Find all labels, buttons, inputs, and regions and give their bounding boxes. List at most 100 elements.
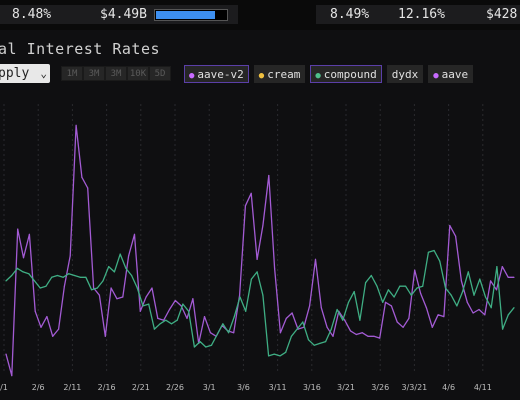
data-point-compound bbox=[262, 294, 264, 296]
data-point-aave-v2 bbox=[75, 124, 77, 126]
data-point-compound bbox=[307, 339, 310, 341]
data-point-compound bbox=[370, 274, 372, 277]
x-tick-label: 3/26 bbox=[371, 383, 389, 392]
data-point-aave-v2 bbox=[332, 335, 334, 337]
data-point-aave-v2 bbox=[34, 310, 36, 312]
data-point-aave-v2 bbox=[285, 317, 287, 319]
protocol-toggle-dydx[interactable]: dydx bbox=[386, 65, 424, 83]
data-point-compound bbox=[142, 305, 144, 307]
data-point-aave-v2 bbox=[46, 316, 48, 318]
data-point-compound bbox=[113, 271, 115, 273]
data-point-aave-v2 bbox=[40, 326, 42, 328]
range-button[interactable]: 5D bbox=[149, 66, 171, 81]
data-point-compound bbox=[233, 316, 235, 318]
data-point-aave-v2 bbox=[145, 296, 147, 298]
range-button[interactable]: 3M bbox=[83, 66, 105, 81]
data-point-aave-v2 bbox=[268, 174, 270, 177]
data-point-aave-v2 bbox=[420, 292, 422, 294]
data-point-compound bbox=[456, 305, 458, 307]
data-point-aave-v2 bbox=[367, 335, 369, 337]
data-point-aave-v2 bbox=[472, 312, 474, 314]
market-side-select[interactable]: pply ⌄ bbox=[0, 64, 50, 83]
data-point-compound bbox=[405, 285, 407, 287]
data-point-aave-v2 bbox=[484, 314, 486, 316]
data-point-aave-v2 bbox=[233, 332, 235, 334]
x-tick-label: 4/11 bbox=[474, 383, 492, 392]
series-line-compound bbox=[5, 249, 515, 357]
data-point-compound bbox=[359, 319, 361, 321]
data-point-aave-v2 bbox=[460, 280, 462, 282]
data-point-compound bbox=[22, 271, 24, 273]
data-point-compound bbox=[33, 280, 36, 282]
x-tick-label: 2/16 bbox=[98, 383, 116, 392]
series-dot-icon: ● bbox=[315, 71, 321, 81]
data-point-aave-v2 bbox=[63, 285, 65, 287]
data-point-compound bbox=[56, 274, 59, 277]
data-point-aave-v2 bbox=[192, 298, 194, 300]
stats-cell-left: 8.48% $4.49B bbox=[0, 5, 238, 24]
data-point-aave-v2 bbox=[390, 305, 392, 307]
range-button[interactable]: 10K bbox=[127, 66, 149, 81]
data-point-compound bbox=[193, 346, 195, 348]
data-point-aave-v2 bbox=[455, 235, 457, 237]
protocol-toggle-compound[interactable]: ● compound bbox=[310, 65, 382, 83]
protocol-toggle-label: cream bbox=[267, 68, 301, 81]
data-point-compound bbox=[365, 282, 367, 284]
data-point-aave-v2 bbox=[431, 326, 433, 328]
data-point-aave-v2 bbox=[291, 312, 293, 314]
data-point-aave-v2 bbox=[513, 276, 515, 278]
stat-rate-1: 8.49% bbox=[330, 7, 370, 22]
data-point-aave-v2 bbox=[128, 255, 130, 257]
protocol-toggle-cream[interactable]: ● cream bbox=[253, 65, 306, 83]
data-point-compound bbox=[125, 267, 127, 269]
series-dot-icon: ● bbox=[258, 71, 265, 81]
stats-cell-right: 8.49% 12.16% $428 bbox=[316, 5, 520, 24]
data-point-aave-v2 bbox=[490, 280, 492, 282]
data-point-compound bbox=[16, 267, 18, 269]
x-tick-label: 3/21 bbox=[337, 383, 355, 392]
data-point-aave-v2 bbox=[22, 257, 25, 259]
data-point-aave-v2 bbox=[279, 332, 281, 334]
data-point-aave-v2 bbox=[139, 310, 141, 312]
data-point-compound bbox=[507, 314, 509, 316]
data-point-compound bbox=[313, 344, 315, 346]
data-point-compound bbox=[444, 287, 447, 289]
data-point-aave-v2 bbox=[355, 333, 357, 336]
data-point-compound bbox=[285, 351, 287, 353]
protocol-toggle-aave-v2[interactable]: ● aave-v2 bbox=[184, 65, 249, 83]
data-point-aave-v2 bbox=[186, 317, 188, 319]
range-button[interactable]: 3M bbox=[105, 66, 127, 81]
data-point-compound bbox=[290, 335, 292, 337]
data-point-compound bbox=[131, 274, 133, 277]
data-point-compound bbox=[427, 251, 429, 253]
data-point-aave-v2 bbox=[396, 321, 398, 323]
data-point-compound bbox=[336, 308, 338, 311]
data-point-compound bbox=[273, 353, 275, 355]
data-point-aave-v2 bbox=[87, 187, 89, 189]
data-point-compound bbox=[296, 328, 298, 330]
data-point-compound bbox=[502, 328, 504, 330]
chevron-down-icon: ⌄ bbox=[40, 67, 47, 80]
data-point-aave-v2 bbox=[11, 375, 13, 377]
data-point-compound bbox=[496, 266, 498, 268]
protocol-toggle-aave[interactable]: ● aave bbox=[428, 65, 474, 83]
data-point-aave-v2 bbox=[239, 294, 241, 296]
series-dot-icon: ● bbox=[433, 71, 439, 81]
data-point-compound bbox=[39, 287, 41, 289]
stat-volume: $4.49B bbox=[100, 7, 147, 22]
data-point-aave-v2 bbox=[314, 258, 317, 260]
data-point-compound bbox=[11, 274, 13, 277]
chart-title: al Interest Rates bbox=[0, 40, 161, 58]
data-point-compound bbox=[119, 253, 121, 255]
data-point-aave-v2 bbox=[104, 335, 106, 337]
data-point-aave-v2 bbox=[58, 328, 60, 330]
data-point-compound bbox=[182, 303, 184, 305]
protocol-toggle-label: compound bbox=[323, 68, 377, 81]
data-point-compound bbox=[176, 319, 178, 321]
x-tick-label: 2/6 bbox=[32, 383, 45, 392]
data-point-compound bbox=[422, 285, 424, 287]
data-point-compound bbox=[250, 278, 252, 280]
data-point-compound bbox=[302, 321, 304, 323]
data-point-compound bbox=[148, 303, 150, 305]
range-button[interactable]: 1M bbox=[61, 66, 83, 81]
